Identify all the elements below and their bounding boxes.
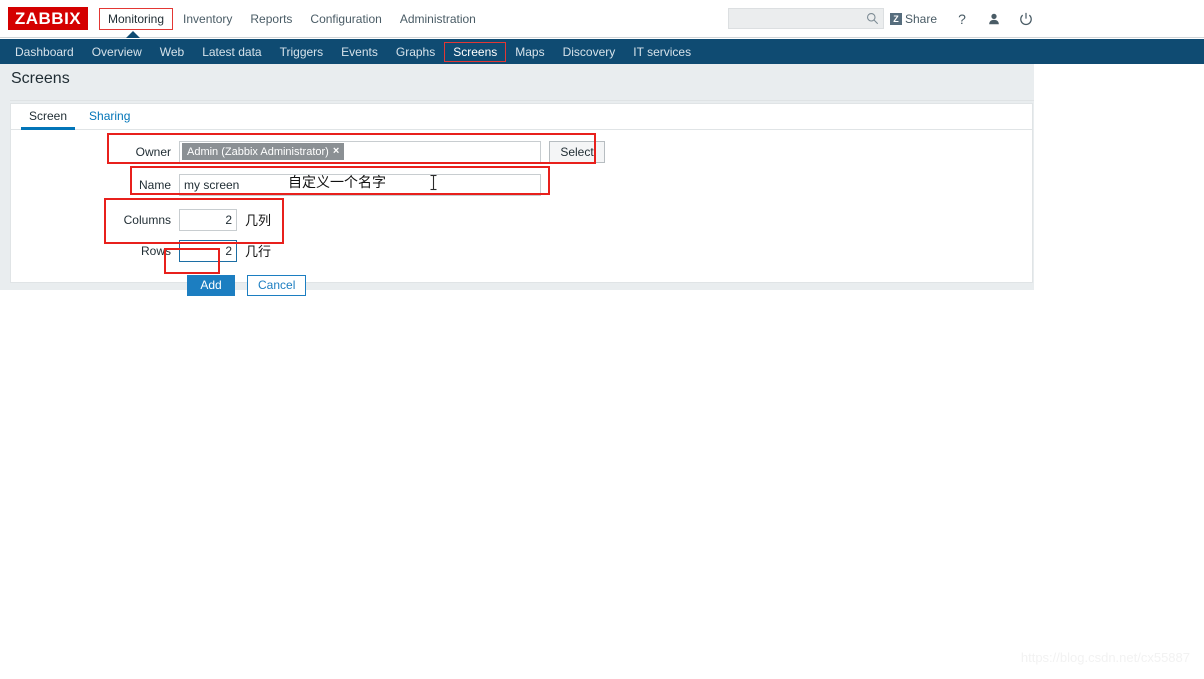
cancel-button[interactable]: Cancel [247,274,307,296]
subnav-item-dashboard[interactable]: Dashboard [6,42,83,62]
search-input[interactable] [728,8,884,29]
rows-annotation: 几行 [245,245,272,260]
top-header: ZABBIX Monitoring Inventory Reports Conf… [0,0,1204,38]
form-row-name: Name [11,171,1032,198]
main-menu-label: Inventory [183,12,233,26]
main-menu-label: Monitoring [108,12,165,26]
subnav-label: Maps [515,44,545,59]
subnav-item-events[interactable]: Events [332,42,387,62]
subnav-label: Web [159,44,185,59]
tab-label: Screen [29,109,68,123]
owner-chip[interactable]: Admin (Zabbix Administrator) × [182,143,345,160]
main-menu: Monitoring Inventory Reports Configurati… [98,0,485,38]
page-title: Screens [11,70,70,87]
form-actions: Add Cancel [11,270,1032,300]
owner-multiselect[interactable]: Admin (Zabbix Administrator) × [179,140,541,163]
subnav-item-it-services[interactable]: IT services [624,42,700,62]
screen-form-panel: Screen Sharing Owner Admin (Zabbix Admin… [10,103,1033,296]
tab-screen[interactable]: Screen [20,104,76,130]
subnav-item-web[interactable]: Web [151,42,193,62]
user-glyph [989,13,999,25]
subnav-label: Discovery [562,44,616,59]
subnav-item-latest-data[interactable]: Latest data [193,42,270,62]
form-row-rows: Rows 几行 [11,237,1032,264]
watermark: https://blog.csdn.net/cx55887 [1020,650,1190,665]
close-icon[interactable]: × [333,146,339,157]
tab-label: Sharing [89,109,131,123]
subnav-label: Overview [91,44,142,59]
owner-label: Owner [135,144,171,159]
search-box[interactable] [728,8,884,29]
subnav-item-overview[interactable]: Overview [83,42,151,62]
main-menu-item-inventory[interactable]: Inventory [174,8,241,30]
name-label: Name [138,177,171,192]
power-icon[interactable] [1013,6,1039,32]
help-label: ? [958,11,966,27]
columns-input[interactable] [179,208,237,231]
main-menu-label: Reports [250,12,293,26]
secondary-nav: Dashboard Overview Web Latest data Trigg… [0,39,1204,64]
columns-label: Columns [123,212,171,227]
rows-input[interactable] [179,239,237,262]
subnav-label: Dashboard [15,44,74,59]
form-tabs: Screen Sharing [11,104,1032,130]
name-annotation: 自定义一个名字 [288,175,386,191]
main-menu-label: Configuration [310,12,382,26]
columns-annotation: 几列 [245,214,272,229]
help-icon[interactable]: ? [949,6,975,32]
subnav-item-triggers[interactable]: Triggers [271,42,333,62]
main-menu-label: Administration [399,12,476,26]
share-icon: Z [889,13,902,25]
form-row-owner: Owner Admin (Zabbix Administrator) × Sel… [11,138,1032,165]
zabbix-logo[interactable]: ZABBIX [8,7,88,30]
subnav-label: Events [341,44,378,59]
owner-select-button[interactable]: Select [549,140,605,163]
power-glyph [1020,12,1032,26]
subnav-item-discovery[interactable]: Discovery [554,42,625,62]
rows-label: Rows [140,243,171,258]
subnav-label: Latest data [202,44,262,59]
share-label: Share [904,12,937,26]
title-divider [10,100,1034,101]
active-menu-arrow-icon [126,31,140,38]
form-row-columns: Columns 几列 [11,206,1032,233]
add-button[interactable]: Add [187,274,235,296]
subnav-label: Screens [453,44,498,59]
user-icon[interactable] [981,6,1007,32]
subnav-label: IT services [633,44,692,59]
header-tools: Z Share ? [884,0,1039,38]
subnav-label: Triggers [279,44,324,59]
subnav-item-graphs[interactable]: Graphs [387,42,444,62]
share-button[interactable]: Z Share [884,9,943,29]
main-menu-item-reports[interactable]: Reports [241,8,301,30]
subnav-label: Graphs [395,44,436,59]
main-menu-item-administration[interactable]: Administration [391,8,485,30]
main-menu-item-configuration[interactable]: Configuration [301,8,390,30]
tab-sharing[interactable]: Sharing [85,104,134,129]
main-menu-item-monitoring[interactable]: Monitoring [99,8,174,30]
owner-chip-label: Admin (Zabbix Administrator) [187,145,329,158]
screen-form: Owner Admin (Zabbix Administrator) × Sel… [11,130,1032,300]
subnav-item-maps[interactable]: Maps [506,42,553,62]
subnav-item-screens[interactable]: Screens [444,41,507,62]
